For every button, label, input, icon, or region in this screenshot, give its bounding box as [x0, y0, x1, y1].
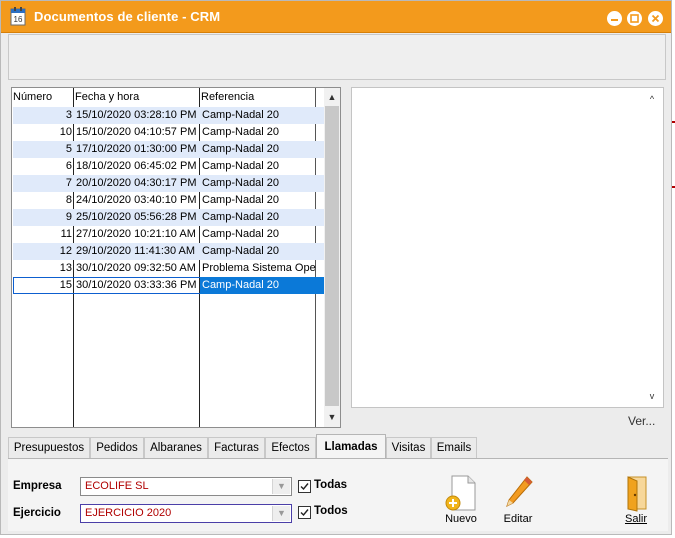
row-fecha: 17/10/2020 01:30:00 PM	[76, 143, 197, 155]
checkmark-icon	[300, 509, 309, 517]
scrollbar-thumb[interactable]	[325, 106, 339, 406]
row-fecha: 15/10/2020 03:28:10 PM	[76, 109, 197, 121]
row-fecha: 27/10/2020 10:21:10 AM	[76, 228, 196, 240]
pencil-icon	[506, 476, 533, 507]
tab-emails[interactable]: Emails	[431, 437, 477, 458]
column-header-numero[interactable]: Número	[13, 88, 73, 106]
editar-label: Editar	[503, 513, 533, 525]
row-numero: 12	[59, 245, 72, 257]
row-numero: 9	[65, 211, 72, 223]
row-referencia: Camp-Nadal 20	[202, 194, 280, 206]
row-referencia: Camp-Nadal 20	[202, 143, 280, 155]
row-fecha: 25/10/2020 05:56:28 PM	[76, 211, 197, 223]
todos-checkbox[interactable]	[298, 506, 311, 519]
row-referencia: Camp-Nadal 20	[202, 245, 280, 257]
salir-button[interactable]: Salir	[614, 473, 658, 525]
tab-presupuestos[interactable]: Presupuestos	[8, 437, 90, 458]
ejercicio-label: Ejercicio	[13, 507, 61, 519]
tab-facturas[interactable]: Facturas	[208, 437, 265, 458]
row-numero: 8	[65, 194, 72, 206]
maximize-icon[interactable]	[627, 11, 642, 26]
table-row[interactable]: 7 20/10/2020 04:30:17 PM Camp-Nadal 20	[13, 175, 325, 192]
row-fecha: 20/10/2020 04:30:17 PM	[76, 177, 197, 189]
row-referencia: Camp-Nadal 20	[200, 277, 326, 294]
row-numero: 11	[60, 228, 72, 240]
table-row[interactable]: 8 24/10/2020 03:40:10 PM Camp-Nadal 20	[13, 192, 325, 209]
tab-visitas[interactable]: Visitas	[386, 437, 431, 458]
editar-button[interactable]: Editar	[496, 473, 540, 525]
row-numero: 10	[59, 126, 72, 138]
column-header-referencia[interactable]: Referencia	[201, 88, 321, 106]
calendar-app-icon: 16	[10, 7, 26, 26]
row-referencia: Camp-Nadal 20	[202, 177, 280, 189]
filter-panel: Empresa ECOLIFE SL ▼ Todas Ejercicio EJE…	[8, 458, 668, 531]
memo-scroll-up-icon[interactable]: ^	[644, 91, 660, 107]
row-referencia: Camp-Nadal 20	[202, 109, 280, 121]
row-fecha: 30/10/2020 09:32:50 AM	[76, 262, 196, 274]
ver-link[interactable]: Ver...	[628, 414, 655, 428]
row-numero: 13	[59, 262, 72, 274]
toolbar-area	[8, 34, 666, 80]
ejercicio-value: EJERCICIO 2020	[85, 507, 172, 519]
todos-label[interactable]: Todos	[314, 505, 348, 517]
row-fecha: 29/10/2020 11:41:30 AM	[76, 245, 196, 257]
salir-label: Salir	[624, 513, 647, 525]
close-icon[interactable]	[648, 11, 663, 26]
todas-label[interactable]: Todas	[314, 479, 347, 491]
row-referencia: Problema Sistema Ope	[202, 262, 316, 274]
chevron-down-icon[interactable]: ▼	[272, 479, 290, 494]
column-header-fecha[interactable]: Fecha y hora	[75, 88, 199, 106]
row-fecha: 18/10/2020 06:45:02 PM	[76, 160, 197, 172]
table-row[interactable]: 3 15/10/2020 03:28:10 PM Camp-Nadal 20	[13, 107, 325, 124]
row-referencia: Camp-Nadal 20	[202, 160, 280, 172]
empresa-label: Empresa	[13, 480, 62, 492]
row-referencia: Camp-Nadal 20	[202, 228, 280, 240]
call-details-memo[interactable]: ^ v	[351, 87, 664, 408]
row-numero: 3	[65, 109, 72, 121]
window-title: Documentos de cliente - CRM	[34, 9, 221, 24]
nuevo-label: Nuevo	[445, 513, 477, 525]
empresa-value: ECOLIFE SL	[85, 480, 149, 492]
row-numero: 7	[65, 177, 72, 189]
table-row[interactable]: 13 30/10/2020 09:32:50 AM Problema Sistema…	[13, 260, 325, 277]
memo-scroll-down-icon[interactable]: v	[644, 388, 660, 404]
table-row[interactable]: 6 18/10/2020 06:45:02 PM Camp-Nadal 20	[13, 158, 325, 175]
nuevo-button[interactable]: Nuevo	[438, 473, 484, 525]
exit-door-icon	[627, 476, 647, 512]
row-referencia: Camp-Nadal 20	[202, 211, 280, 223]
row-numero: 15	[59, 279, 72, 291]
ejercicio-select[interactable]: EJERCICIO 2020 ▼	[80, 504, 292, 523]
table-row[interactable]: 12 29/10/2020 11:41:30 AM Camp-Nadal 20	[13, 243, 325, 260]
new-document-icon	[445, 475, 476, 511]
empresa-select[interactable]: ECOLIFE SL ▼	[80, 477, 292, 496]
calls-grid[interactable]: Número Fecha y hora Referencia 3 15/10/20…	[11, 87, 341, 428]
table-row[interactable]: 9 25/10/2020 05:56:28 PM Camp-Nadal 20	[13, 209, 325, 226]
tab-pedidos[interactable]: Pedidos	[90, 437, 144, 458]
row-fecha: 15/10/2020 04:10:57 PM	[76, 126, 197, 138]
tab-efectos[interactable]: Efectos	[265, 437, 316, 458]
svg-text:16: 16	[14, 15, 23, 24]
row-fecha: 24/10/2020 03:40:10 PM	[76, 194, 197, 206]
table-row[interactable]: 5 17/10/2020 01:30:00 PM Camp-Nadal 20	[13, 141, 325, 158]
crm-window: 16 Documentos de cliente - CRM Número Fe…	[0, 0, 672, 535]
grid-scrollbar[interactable]: ▲ ▼	[324, 88, 340, 427]
minimize-icon[interactable]	[607, 11, 622, 26]
title-bar[interactable]: 16 Documentos de cliente - CRM	[1, 1, 671, 33]
checkmark-icon	[300, 483, 309, 491]
chevron-down-icon[interactable]: ▼	[272, 506, 290, 521]
tab-albaranes[interactable]: Albaranes	[144, 437, 208, 458]
row-referencia: Camp-Nadal 20	[202, 126, 280, 138]
table-row[interactable]: 11 27/10/2020 10:21:10 AM Camp-Nadal 20	[13, 226, 325, 243]
row-numero: 5	[65, 143, 72, 155]
scroll-down-icon[interactable]: ▼	[324, 409, 340, 425]
table-row[interactable]: 10 15/10/2020 04:10:57 PM Camp-Nadal 20	[13, 124, 325, 141]
todas-checkbox[interactable]	[298, 480, 311, 493]
grid-rows: 3 15/10/2020 03:28:10 PM Camp-Nadal 20 10 15…	[13, 107, 326, 294]
row-fecha: 30/10/2020 03:33:36 PM	[76, 279, 197, 291]
document-tabs: Presupuestos Pedidos Albaranes Facturas …	[8, 434, 668, 459]
row-numero: 6	[65, 160, 72, 172]
scroll-up-icon[interactable]: ▲	[324, 89, 340, 105]
tab-llamadas[interactable]: Llamadas	[316, 434, 386, 459]
table-row[interactable]: 15 30/10/2020 03:33:36 PM Camp-Nadal 20	[13, 277, 326, 294]
